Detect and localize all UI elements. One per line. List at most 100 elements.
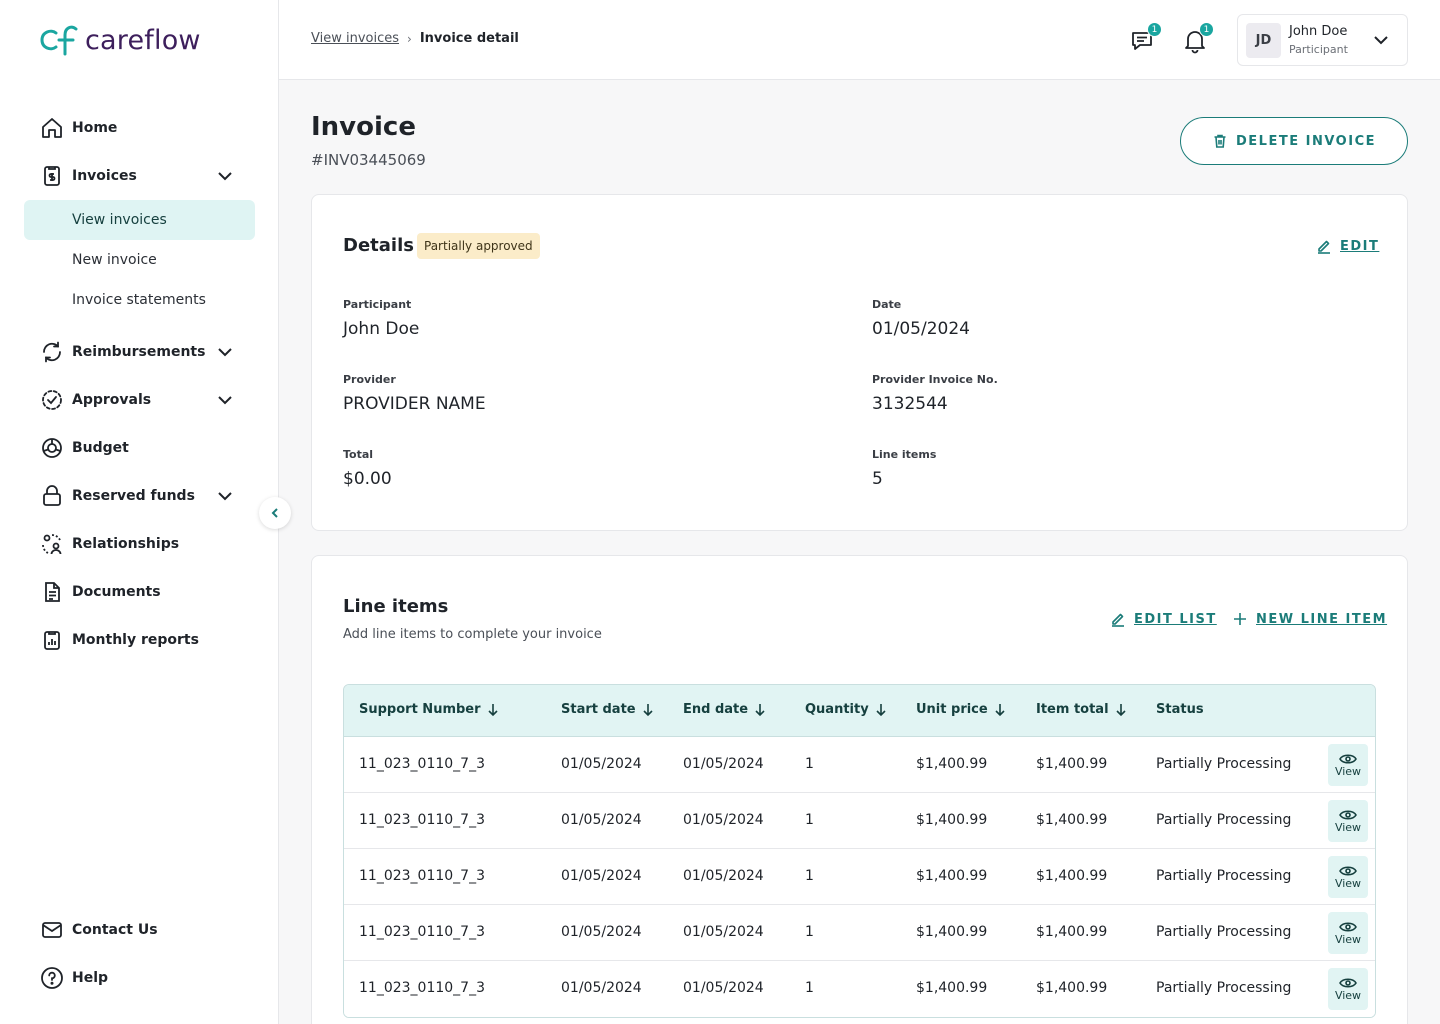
- relationships-icon: [40, 532, 64, 556]
- sidebar-item-home[interactable]: Home: [24, 108, 255, 148]
- edit-list-button[interactable]: EDIT LIST: [1110, 611, 1217, 627]
- sidebar-item-reimbursements[interactable]: Reimbursements: [24, 332, 255, 372]
- pencil-icon: [1112, 613, 1124, 627]
- new-line-item-button[interactable]: NEW LINE ITEM: [1232, 611, 1387, 627]
- view-row-button[interactable]: View: [1328, 912, 1368, 954]
- view-row-button[interactable]: View: [1328, 800, 1368, 842]
- sidebar-subitem-invoice-statements[interactable]: Invoice statements: [24, 280, 255, 320]
- user-role: Participant: [1289, 43, 1348, 56]
- cell-item-total: $1,400.99: [1036, 924, 1108, 940]
- sidebar-item-documents[interactable]: Documents: [24, 572, 255, 612]
- logo[interactable]: careflow: [39, 24, 201, 56]
- lock-icon: [40, 484, 64, 508]
- delete-invoice-button[interactable]: DELETE INVOICE: [1180, 117, 1408, 165]
- cell-support-number: 11_023_0110_7_3: [359, 980, 485, 996]
- trash-icon: [1214, 134, 1226, 148]
- column-header-end-date[interactable]: End date: [683, 702, 766, 717]
- budget-icon: [40, 436, 64, 460]
- logo-wordmark: careflow: [85, 24, 201, 56]
- messages-button[interactable]: 1: [1130, 22, 1162, 54]
- user-name: John Doe: [1289, 24, 1348, 39]
- column-header-start-date[interactable]: Start date: [561, 702, 654, 717]
- participant-value: John Doe: [343, 319, 420, 339]
- invoice-number: #INV03445069: [311, 151, 426, 169]
- line-items-card: Line items Add line items to complete yo…: [311, 555, 1408, 1024]
- sort-arrow-down-icon: [643, 703, 653, 716]
- view-label: View: [1334, 988, 1362, 1002]
- cell-start-date: 01/05/2024: [561, 868, 642, 884]
- edit-list-label: EDIT LIST: [1134, 611, 1217, 627]
- collapse-sidebar-button[interactable]: [259, 497, 291, 529]
- view-row-button[interactable]: View: [1328, 856, 1368, 898]
- cell-quantity: 1: [805, 812, 814, 828]
- details-card: Details Partially approved EDIT Particip…: [311, 194, 1408, 531]
- sidebar-item-invoices[interactable]: Invoices: [24, 156, 255, 196]
- breadcrumb: View invoices › Invoice detail: [311, 31, 519, 46]
- sort-arrow-down-icon: [755, 703, 765, 716]
- chevron-down-icon[interactable]: [215, 342, 235, 362]
- delete-invoice-label: DELETE INVOICE: [1236, 133, 1376, 149]
- sidebar-item-label: Relationships: [72, 536, 180, 552]
- cell-quantity: 1: [805, 868, 814, 884]
- view-row-button[interactable]: View: [1328, 744, 1368, 786]
- chevron-down-icon[interactable]: [215, 166, 235, 186]
- cell-quantity: 1: [805, 980, 814, 996]
- user-menu[interactable]: JD John Doe Participant: [1237, 14, 1408, 66]
- eye-icon: [1339, 921, 1357, 932]
- cell-start-date: 01/05/2024: [561, 812, 642, 828]
- cell-status: Partially Processing: [1156, 868, 1292, 884]
- status-badge: Partially approved: [417, 233, 540, 259]
- sidebar-item-monthly-reports[interactable]: Monthly reports: [24, 620, 255, 660]
- sidebar-subitem-new-invoice[interactable]: New invoice: [24, 240, 255, 280]
- sidebar-item-budget[interactable]: Budget: [24, 428, 255, 468]
- top-header: View invoices › Invoice detail 1 1 JD Jo…: [279, 0, 1440, 80]
- eye-icon: [1339, 865, 1357, 876]
- column-label: Start date: [561, 702, 636, 717]
- sidebar-item-label: Reserved funds: [72, 488, 195, 504]
- avatar: JD: [1246, 23, 1281, 58]
- column-header-quantity[interactable]: Quantity: [805, 702, 887, 717]
- cell-start-date: 01/05/2024: [561, 980, 642, 996]
- careflow-logo-icon: [40, 25, 78, 56]
- cell-status: Partially Processing: [1156, 756, 1292, 772]
- home-icon: [40, 116, 64, 140]
- column-header-support-number[interactable]: Support Number: [359, 702, 499, 717]
- edit-label: EDIT: [1340, 238, 1380, 254]
- column-label: End date: [683, 702, 749, 717]
- sidebar-item-approvals[interactable]: Approvals: [24, 380, 255, 420]
- plus-icon: [1234, 613, 1246, 625]
- chevron-down-icon[interactable]: [215, 486, 235, 506]
- sidebar-item-label: Approvals: [72, 392, 152, 408]
- sidebar-subitem-view-invoices[interactable]: View invoices: [24, 200, 255, 240]
- chevron-down-icon[interactable]: [215, 390, 235, 410]
- column-header-item-total[interactable]: Item total: [1036, 702, 1127, 717]
- pencil-icon: [1318, 240, 1330, 254]
- eye-icon: [1339, 977, 1357, 988]
- check-circle-icon: [40, 388, 64, 412]
- sort-arrow-down-icon: [876, 703, 886, 716]
- breadcrumb-separator: ›: [407, 31, 412, 46]
- sidebar-item-help[interactable]: Help: [24, 958, 255, 998]
- sidebar-item-contact-us[interactable]: Contact Us: [24, 910, 255, 950]
- column-label: Item total: [1036, 702, 1109, 717]
- view-label: View: [1334, 820, 1362, 834]
- notifications-count-badge: 1: [1199, 22, 1214, 37]
- cell-start-date: 01/05/2024: [561, 924, 642, 940]
- sidebar-item-relationships[interactable]: Relationships: [24, 524, 255, 564]
- sort-arrow-down-icon: [487, 703, 498, 716]
- view-row-button[interactable]: View: [1328, 968, 1368, 1010]
- column-header-unit-price[interactable]: Unit price: [916, 702, 1006, 717]
- breadcrumb-link-view-invoices[interactable]: View invoices: [311, 31, 399, 46]
- sidebar-item-reserved-funds[interactable]: Reserved funds: [24, 476, 255, 516]
- view-label: View: [1334, 764, 1362, 778]
- cell-support-number: 11_023_0110_7_3: [359, 756, 485, 772]
- cell-support-number: 11_023_0110_7_3: [359, 868, 485, 884]
- notifications-button[interactable]: 1: [1182, 22, 1214, 54]
- cell-unit-price: $1,400.99: [916, 756, 988, 772]
- column-label: Support Number: [359, 702, 481, 717]
- sidebar-item-label: Reimbursements: [72, 344, 206, 360]
- cell-unit-price: $1,400.99: [916, 812, 988, 828]
- cell-unit-price: $1,400.99: [916, 868, 988, 884]
- cell-quantity: 1: [805, 756, 814, 772]
- edit-details-button[interactable]: EDIT: [1316, 238, 1379, 254]
